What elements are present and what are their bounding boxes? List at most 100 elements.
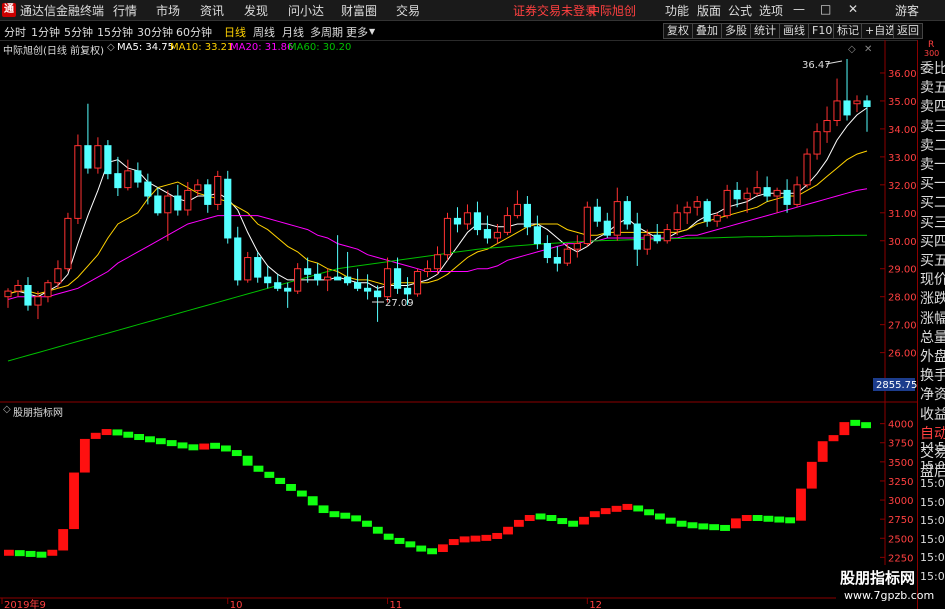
indicator-step-bar [351,515,362,522]
indicator-step-bar [546,515,557,522]
ma-lines [7,107,868,362]
menu-item-discover[interactable]: 发现 [244,2,268,19]
indicator-step-bar [134,434,145,441]
candle-body-up [713,215,721,222]
menu-item-wealth[interactable]: 财富圈 [341,2,377,19]
menu-item-layout[interactable]: 版面 [697,2,721,19]
menu-item-function[interactable]: 功能 [665,2,689,19]
quote-label-10: 买五 [920,253,945,269]
draw-line-button[interactable]: 画线 [779,23,809,39]
candle-body-up [513,203,522,217]
tab-multi-period[interactable]: 多周期 [310,24,343,40]
indicator-tick-label: 3500 [888,458,913,469]
menu-item-formula[interactable]: 公式 [728,2,752,19]
close-icon[interactable]: ✕ [848,2,858,16]
indicator-step-bar [720,524,730,531]
candle-body-up [383,268,392,298]
candle-body-up [34,296,42,306]
indicator-step-bar [741,515,752,522]
candle-body-down [533,226,541,245]
candle-body-up [423,268,432,273]
candle-body-down [523,203,531,228]
indicator-collapse-icon[interactable]: ◇ [3,404,11,415]
tab-1min[interactable]: 1分钟 [31,24,60,40]
user-label[interactable]: 游客 [895,2,919,19]
indicator-step-bar [665,517,676,524]
ma5-label: MA5: 34.75 [117,42,175,53]
indicator-step-bar [296,490,307,497]
candle-body-down [733,189,741,200]
quote-label-4: 卖二 [920,137,945,154]
candle-body-down [114,173,122,189]
indicator-step-bar [828,435,839,442]
menu-item-market[interactable]: 市场 [156,2,180,19]
candle-body-up [693,201,701,208]
quote-label-1: 卖五 [920,80,945,97]
tab-30min[interactable]: 30分钟 [137,24,173,40]
indicator-step-bar [372,526,383,534]
restore-icon[interactable]: □ [820,2,831,16]
candle-body-up [443,217,452,256]
quote-label-14: 总量 [920,329,945,346]
stats-button[interactable]: 统计 [750,23,780,39]
candle-body-up [823,120,831,133]
indicator-step-bar [427,548,437,555]
indicator-step-bar [806,461,817,489]
candle-body-up [493,231,502,239]
quote-label-7: 买二 [920,195,945,212]
overlay-button[interactable]: 叠加 [692,23,722,39]
close-chart-icon[interactable]: ✕ [864,44,872,55]
diamond-icon[interactable]: ◇ [848,44,856,55]
multi-stock-button[interactable]: 多股 [721,23,751,39]
chart-area[interactable]: 26.00 27.00 28.00 29.00 30.00 31.00 32.00 33.00… [0,40,917,609]
tab-5min[interactable]: 5分钟 [64,24,93,40]
indicator-step-bar [796,488,806,521]
candle-body-up [613,201,621,236]
tab-monthly[interactable]: 月线 [282,24,304,40]
candle-body-up [214,175,222,205]
trade-time-2: 15:01 [920,477,945,490]
menu-item-trade[interactable]: 交易 [396,2,420,19]
ma10-label: MA10: 33.21 [170,42,234,53]
candle-body-up [723,189,731,217]
candle-body-up [663,229,671,242]
indicator-step-bar [579,516,589,525]
candle-body-up [294,268,302,292]
chevron-down-icon[interactable]: ▼ [369,27,375,36]
ma-collapse-icon[interactable]: ◇ [107,42,115,53]
trade-time-6: 15:07 [920,551,945,564]
candle-body-up [673,212,681,231]
candle-body-down [334,276,342,281]
indicator-step-bar [394,537,405,544]
candle-body-up [813,131,821,155]
tab-15min[interactable]: 15分钟 [97,24,133,40]
menu-item-ask[interactable]: 问小达 [288,2,324,19]
tab-weekly[interactable]: 周线 [253,24,275,40]
indicator-step-bar [242,455,253,466]
indicator-step-bar [188,444,199,451]
menu-item-news[interactable]: 资讯 [200,2,224,19]
menu-item-quotes[interactable]: 行情 [113,2,137,19]
tab-more[interactable]: 更多 [346,24,368,40]
candle-body-up [44,282,52,298]
tab-60min[interactable]: 60分钟 [176,24,212,40]
back-button[interactable]: 返回 [893,23,923,39]
candle-body-up [683,206,691,214]
candle-body-down [543,243,551,259]
indicator-step-bar [286,484,296,491]
candle-body-up [743,192,751,200]
login-notice[interactable]: 证券交易未登录 [513,2,597,19]
indicator-tick-label: 2500 [888,534,913,545]
indicator-step-bar [166,440,177,447]
ma-line-ma20 [7,188,868,300]
menu-item-options[interactable]: 选项 [759,2,783,19]
watermark: 股朋指标网 www.7gpzb.com [836,565,934,609]
indicator-step-bar [448,539,459,546]
adjust-button[interactable]: 复权 [663,23,693,39]
tab-daily[interactable]: 日线 [224,24,246,40]
indicator-step-bar [177,442,188,449]
minimize-icon[interactable]: — [793,2,805,16]
tab-intraday[interactable]: 分时 [4,24,26,40]
mark-button[interactable]: 标记 [833,23,863,39]
candle-body-down [134,170,142,183]
